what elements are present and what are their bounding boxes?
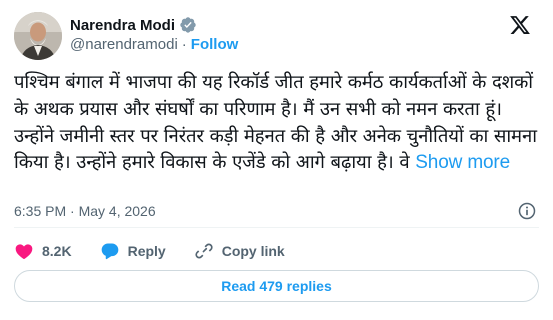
tweet-card: Narendra Modi @narendramodi · Follow पश्… bbox=[0, 0, 553, 320]
tweet-timestamp[interactable]: 6:35 PM · May 4, 2026 bbox=[14, 203, 156, 219]
x-logo-icon[interactable] bbox=[509, 14, 531, 36]
tweet-meta: 6:35 PM · May 4, 2026 bbox=[14, 201, 539, 221]
author-display-name[interactable]: Narendra Modi bbox=[70, 17, 175, 34]
link-icon bbox=[195, 243, 213, 259]
follow-button[interactable]: Follow bbox=[191, 36, 239, 53]
tweet-actions: 8.2K Reply Copy link bbox=[14, 240, 313, 262]
reply-bubble-icon bbox=[101, 243, 118, 260]
info-icon[interactable] bbox=[517, 201, 537, 221]
tweet-body: पश्चिम बंगाल में भाजपा की यह रिकॉर्ड जीत… bbox=[14, 70, 542, 177]
read-replies-button[interactable]: Read 479 replies bbox=[14, 270, 539, 302]
heart-icon bbox=[15, 244, 33, 259]
reply-button[interactable]: Reply bbox=[100, 241, 166, 261]
author-handle[interactable]: @narendramodi bbox=[70, 36, 178, 53]
tweet-header: Narendra Modi @narendramodi · Follow bbox=[14, 12, 539, 62]
avatar[interactable] bbox=[14, 12, 62, 60]
author-names: Narendra Modi @narendramodi · Follow bbox=[70, 15, 239, 54]
separator-dot: · bbox=[181, 36, 187, 53]
like-count: 8.2K bbox=[42, 243, 72, 259]
show-more-link[interactable]: Show more bbox=[415, 152, 510, 173]
reply-label: Reply bbox=[127, 243, 166, 259]
divider bbox=[14, 227, 539, 228]
like-button[interactable]: 8.2K bbox=[14, 241, 72, 261]
copy-link-button[interactable]: Copy link bbox=[194, 241, 285, 261]
verified-badge-icon bbox=[180, 17, 196, 33]
copy-link-label: Copy link bbox=[221, 243, 285, 259]
